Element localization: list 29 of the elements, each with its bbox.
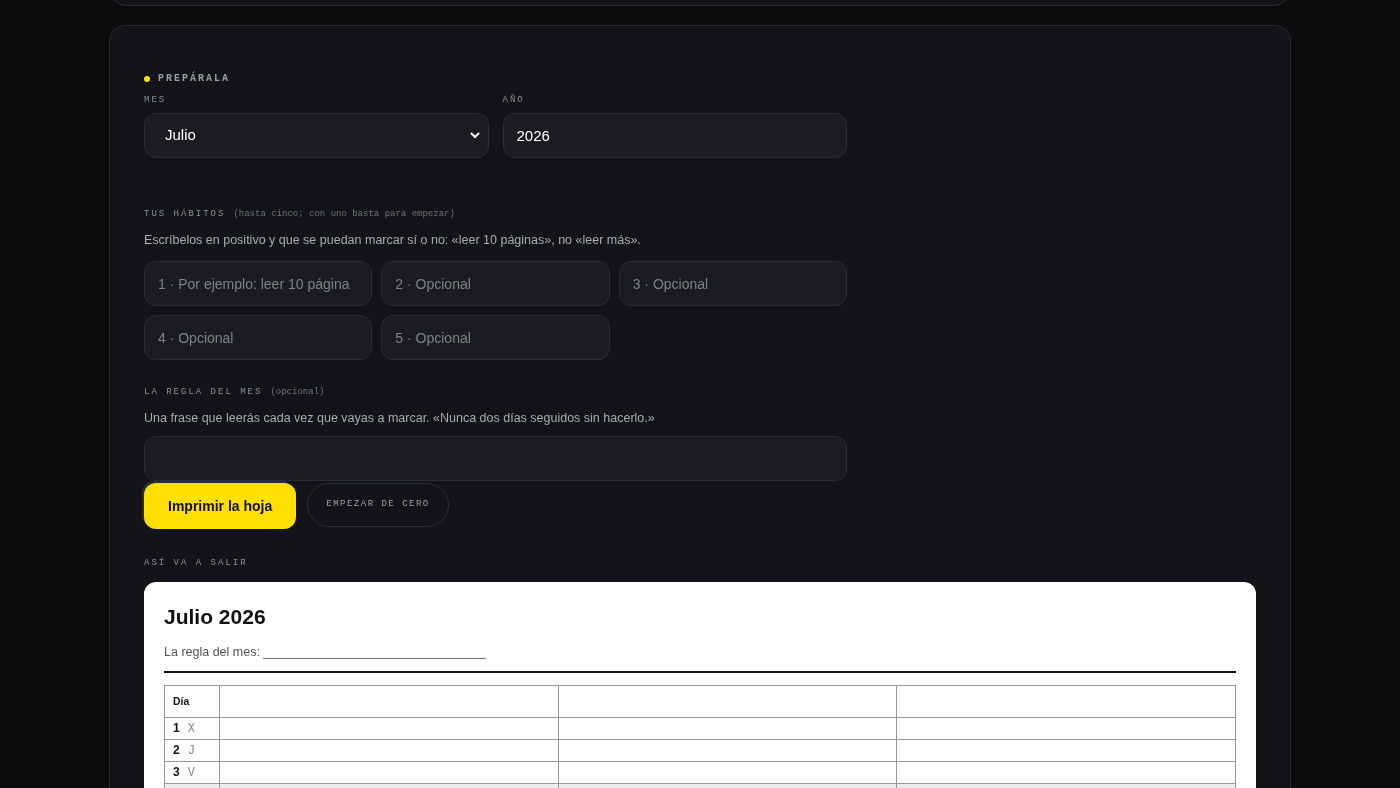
- habit-input[interactable]: 3 · Opcional: [618, 260, 847, 306]
- field-label: AÑO: [502, 94, 526, 107]
- field-label: LA REGLA DEL MES: [144, 385, 263, 399]
- section-title: PREPÁRALA: [158, 71, 230, 86]
- preview-label: ASÍ VA A SALIR: [144, 557, 249, 570]
- year-input[interactable]: 2026: [502, 112, 847, 158]
- sheet-title: Julio 2026: [164, 605, 267, 627]
- field-note: (hasta cinco; con uno basta para empezar): [233, 207, 455, 221]
- rule-input[interactable]: [144, 436, 847, 481]
- day-number: 3: [173, 765, 180, 780]
- weekday-letter: X: [187, 722, 195, 737]
- field-label: TUS HÁBITOS: [144, 207, 226, 221]
- weekday-letter: J: [187, 744, 195, 759]
- habit-input[interactable]: 2 · Opcional: [381, 260, 610, 306]
- field-note: (opcional): [270, 385, 325, 399]
- month-select[interactable]: Julio: [144, 112, 489, 158]
- column-header: Día: [164, 685, 220, 718]
- habit-input[interactable]: 1 · Por ejemplo: leer 10 página: [144, 260, 373, 306]
- habit-input[interactable]: 4 · Opcional: [144, 314, 373, 360]
- help-text: Escríbelos en positivo y que se puedan marcar sí o no: «leer 10 páginas», no «leer más».: [144, 232, 642, 249]
- chevron-down-icon: [469, 131, 480, 139]
- rule-line-text: La regla del mes: ________________________________: [164, 643, 487, 661]
- print-button[interactable]: Imprimir la hoja: [144, 483, 297, 529]
- day-number: 1: [173, 721, 180, 736]
- help-text: Una frase que leerás cada vez que vayas a marcar. «Nunca dos días seguidos sin hacerlo.»: [144, 410, 656, 428]
- field-label: MES: [144, 94, 168, 107]
- habit-input[interactable]: 5 · Opcional: [381, 314, 610, 360]
- weekday-letter: V: [187, 766, 195, 781]
- day-number: 2: [173, 743, 180, 758]
